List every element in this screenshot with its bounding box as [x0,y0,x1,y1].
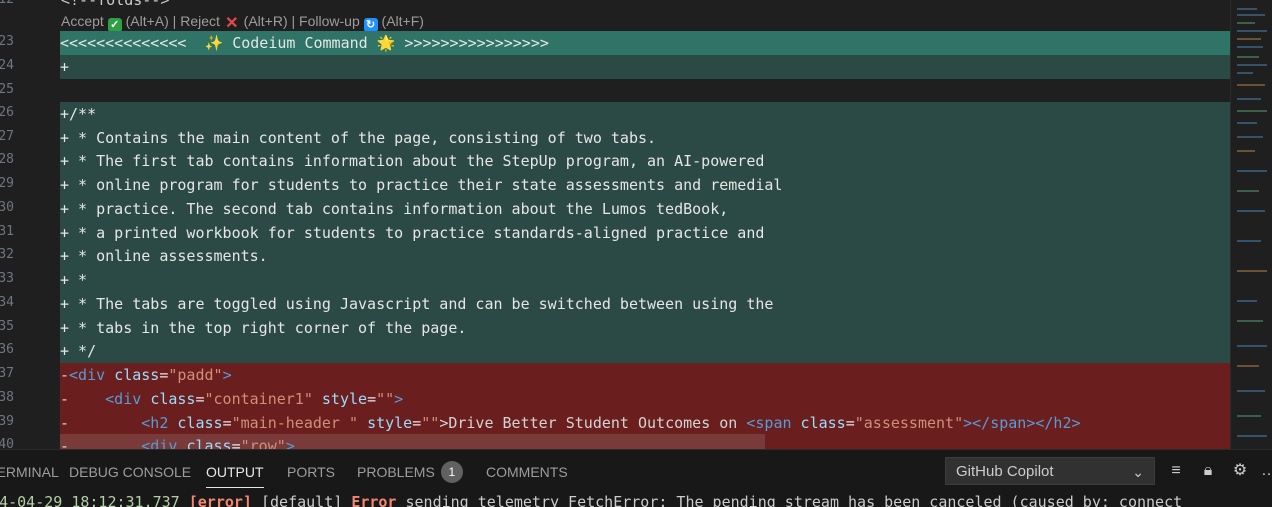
line-number: 29 [0,176,14,191]
code-editor[interactable]: <!--folds--> 12 23 24 25 26 27 28 29 30 … [0,0,1230,449]
line-number: 26 [0,105,14,120]
line-number: 25 [0,82,14,97]
problems-count-badge: 1 [440,461,463,483]
tab-terminal[interactable]: TERMINAL [0,450,59,494]
gear-icon[interactable]: ⚙ [1229,460,1251,482]
code-line-added: + * online program for students to pract… [60,173,1230,197]
line-number: 32 [0,247,14,262]
separator: | [172,13,177,29]
codeium-header-line: <<<<<<<<<<<<<< ✨ Codeium Command 🌟 >>>>>… [60,31,1230,55]
tab-debug-console[interactable]: DEBUG CONSOLE [69,450,191,494]
line-number: 34 [0,295,14,310]
accept-action[interactable]: Accept ✓ (Alt+A) [61,13,169,32]
code-line-removed: - <h2 class="main-header " style="">Driv… [60,411,1230,435]
separator: | [291,13,296,29]
line-number: 30 [0,200,14,215]
inline-diff-actions: Accept ✓ (Alt+A) | Reject ✕ (Alt+R) | Fo… [61,11,424,32]
tab-output[interactable]: OUTPUT [206,450,264,494]
output-channel-select[interactable]: GitHub Copilot ⌄ [945,457,1155,485]
code-line-removed: - <div class="container1" style=""> [60,387,1230,411]
followup-action[interactable]: Follow-up ↻ (Alt+F) [299,13,424,32]
tab-problems[interactable]: PROBLEMS 1 [357,450,463,494]
output-log-line: 2024-04-29 18:12:31.737 [error] [default… [0,494,1272,507]
word-wrap-icon[interactable]: ≡ [1165,460,1187,482]
code-line [60,79,1230,103]
code-line-removed: - <div class="row"> [60,434,1230,449]
tab-ports[interactable]: PORTS [287,450,335,494]
line-number: 12 [0,0,14,10]
reject-action[interactable]: Reject ✕ (Alt+R) [180,13,287,32]
code-line-added: + * a printed workbook for students to p… [60,221,1230,245]
refresh-icon: ↻ [363,18,378,32]
code-line-added: + * tabs in the top right corner of the … [60,316,1230,340]
code-line-added: + * The first tab contains information a… [60,149,1230,173]
code-line-removed: -<div class="padd"> [60,363,1230,387]
line-number: 33 [0,271,14,286]
lock-icon[interactable]: 🔒︎ [1197,460,1219,482]
line-number-gutter: 12 23 24 25 26 27 28 29 30 31 32 33 34 3… [0,0,60,449]
line-number: 37 [0,366,14,381]
code-line-added: + * online assessments. [60,244,1230,268]
line-number: 24 [0,58,14,73]
code-line-added: + * The tabs are toggled using Javascrip… [60,292,1230,316]
folded-region-text: <!--folds--> [61,0,170,9]
line-number: 40 [0,437,14,449]
code-line-added: + */ [60,339,1230,363]
minimap[interactable] [1230,0,1272,449]
panel-tab-bar: TERMINAL DEBUG CONSOLE OUTPUT PORTS PROB… [0,449,1272,495]
code-line-added: + * practice. The second tab contains in… [60,197,1230,221]
line-number: 35 [0,319,14,334]
line-number: 23 [0,34,14,49]
line-number: 27 [0,129,14,144]
code-line-added: + * [60,268,1230,292]
line-number: 28 [0,152,14,167]
close-icon: ✕ [225,15,239,32]
code-line-added: + [60,55,1230,79]
check-icon: ✓ [107,18,122,32]
code-line-added: + * Contains the main content of the pag… [60,126,1230,150]
line-number: 31 [0,224,14,239]
code-line-added: +/** [60,102,1230,126]
chevron-down-icon: ⌄ [1132,464,1144,480]
more-icon[interactable]: … [1258,460,1272,482]
line-number: 36 [0,342,14,357]
tab-comments[interactable]: COMMENTS [486,450,568,494]
line-number: 38 [0,390,14,405]
line-number: 39 [0,414,14,429]
